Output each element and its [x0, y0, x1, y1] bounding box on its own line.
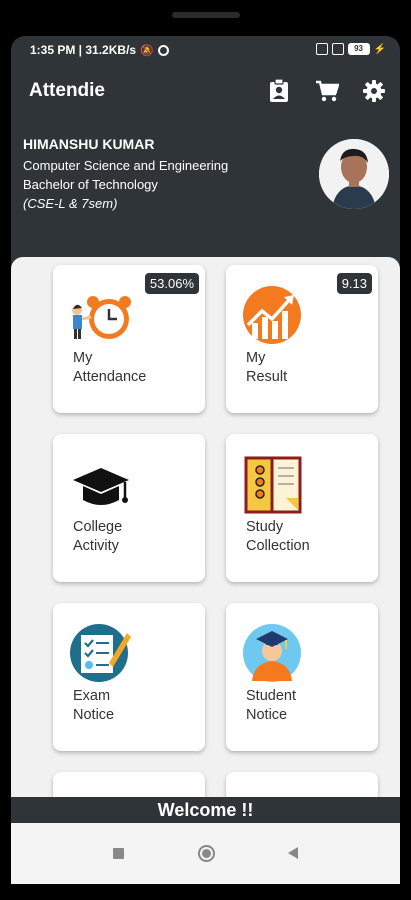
menu-grid: 53.06% My Attendance 9.13 My Result Coll… [11, 257, 400, 797]
card-label-line2: Attendance [73, 369, 147, 385]
card-label-line2: Notice [73, 707, 115, 723]
card-label-line1: Student [246, 688, 296, 704]
card-label-line1: College [73, 519, 123, 535]
graduation-cap-icon [69, 454, 133, 518]
card-student-notice[interactable]: Student Notice [226, 603, 378, 751]
growth-chart-icon [242, 285, 306, 349]
card-exam-notice[interactable]: Exam Notice [53, 603, 205, 751]
recent-apps-icon[interactable] [106, 841, 130, 865]
card-label-line2: Activity [73, 538, 119, 554]
card-label-line1: Exam [73, 688, 111, 704]
status-right: 93 ⚡ [315, 43, 386, 55]
app-title: Attendie [29, 80, 105, 101]
back-icon[interactable] [281, 841, 305, 865]
card-label-line2: Result [246, 369, 288, 385]
home-icon[interactable] [194, 841, 218, 865]
student-department: Computer Science and Engineering [23, 158, 229, 173]
card-label-line1: Study [246, 519, 284, 535]
app-screen: 1:35 PM | 31.2KB/s 🔕 93 ⚡ Attendie HIMAN… [11, 36, 400, 884]
data-saver-icon [157, 44, 169, 56]
cart-icon[interactable] [314, 78, 340, 104]
notebook-icon [242, 454, 306, 518]
charging-icon: ⚡ [373, 43, 386, 55]
card-label: Student Notice [246, 687, 296, 725]
status-time-speed: 1:35 PM | 31.2KB/s [30, 43, 137, 57]
card-label-line1: My [246, 350, 266, 366]
battery-icon: 93 [347, 43, 370, 55]
card-label: College Activity [73, 518, 122, 556]
card-college-activity[interactable]: College Activity [53, 434, 205, 582]
result-badge: 9.13 [336, 273, 372, 294]
speaker-notch [172, 12, 240, 18]
card-label: Study Collection [246, 518, 310, 556]
student-section: (CSE-L & 7sem) [23, 196, 118, 211]
card-label-line2: Notice [246, 707, 288, 723]
student-name: HIMANSHU KUMAR [23, 136, 155, 152]
card-my-attendance[interactable]: 53.06% My Attendance [53, 265, 205, 413]
card-label: My Result [246, 349, 287, 387]
phone-frame: 1:35 PM | 31.2KB/s 🔕 93 ⚡ Attendie HIMAN… [0, 0, 411, 900]
welcome-banner: Welcome !! [11, 797, 400, 823]
card-label: My Attendance [73, 349, 146, 387]
clipboard-user-icon[interactable] [266, 78, 292, 104]
system-nav-bar [11, 823, 400, 884]
sim-icon [315, 43, 328, 55]
card-partial-right[interactable] [226, 772, 378, 797]
alarm-clock-icon [69, 285, 133, 349]
card-my-result[interactable]: 9.13 My Result [226, 265, 378, 413]
mute-icon: 🔕 [140, 44, 154, 57]
card-label: Exam Notice [73, 687, 114, 725]
card-label-line1: My [73, 350, 93, 366]
status-bar: 1:35 PM | 31.2KB/s 🔕 93 ⚡ [11, 36, 400, 64]
card-study-collection[interactable]: Study Collection [226, 434, 378, 582]
avatar[interactable] [319, 139, 389, 209]
gear-icon[interactable] [361, 78, 387, 104]
signal-icon [331, 43, 344, 55]
checklist-icon [69, 623, 133, 687]
card-partial-left[interactable] [53, 772, 205, 797]
card-label-line2: Collection [246, 538, 310, 554]
app-bar: Attendie [11, 72, 400, 110]
student-degree: Bachelor of Technology [23, 177, 158, 192]
graduate-student-icon [242, 623, 306, 687]
attendance-badge: 53.06% [144, 273, 199, 294]
